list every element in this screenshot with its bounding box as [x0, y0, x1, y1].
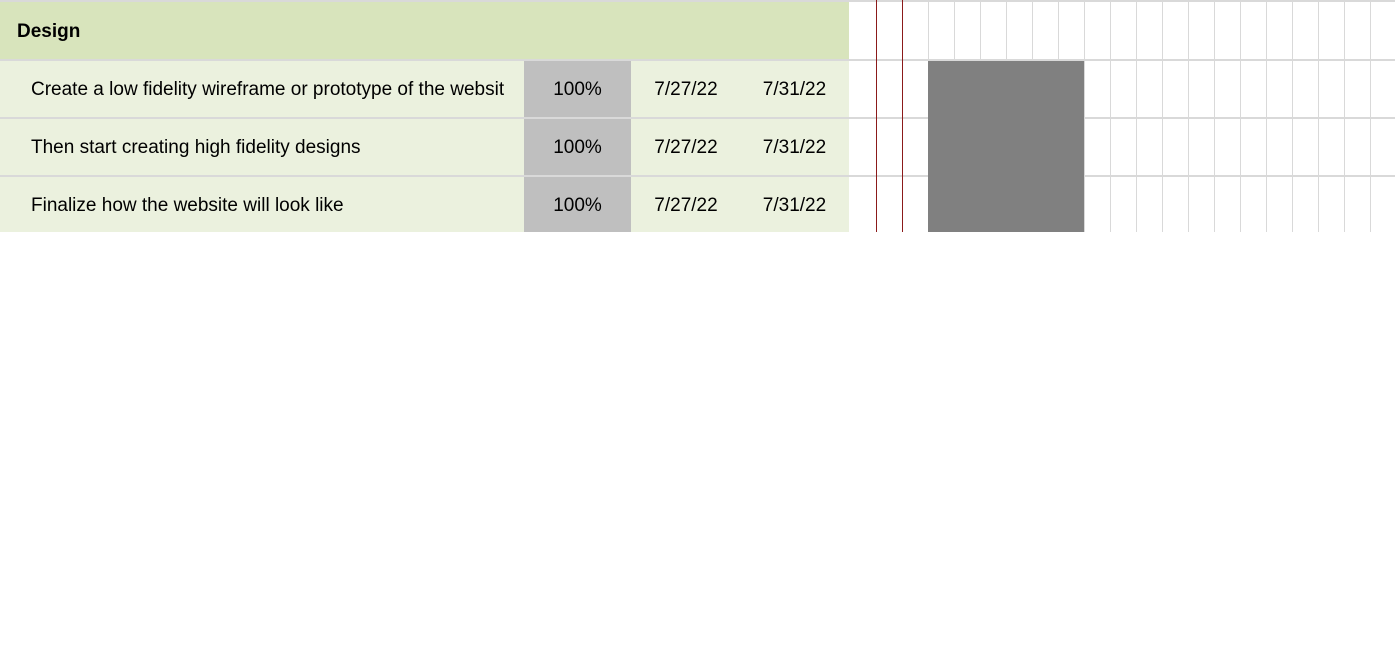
timeline-day-gridline	[1292, 0, 1293, 232]
timeline-day-gridline	[1214, 0, 1215, 232]
timeline-day-gridline	[1344, 0, 1345, 232]
task-row[interactable]: Finalize how the website will look like …	[0, 177, 849, 232]
timeline-day-gridline	[1084, 0, 1085, 232]
end-date-cell[interactable]: 7/31/22	[740, 177, 849, 233]
start-date-cell[interactable]: 7/27/22	[632, 119, 740, 175]
timeline-day-gridline	[1266, 0, 1267, 232]
progress-cell[interactable]: 100%	[524, 177, 631, 232]
today-marker-line	[902, 0, 903, 232]
task-name-cell[interactable]: Then start creating high fidelity design…	[31, 119, 523, 175]
task-row[interactable]: Then start creating high fidelity design…	[0, 119, 849, 175]
gantt-sheet: Design Create a low fidelity wireframe o…	[0, 0, 1395, 232]
timeline-day-gridline	[1318, 0, 1319, 232]
timeline-day-gridline	[1162, 0, 1163, 232]
start-date-cell[interactable]: 7/27/22	[632, 177, 740, 233]
start-date-cell[interactable]: 7/27/22	[632, 61, 740, 117]
task-name-cell[interactable]: Create a low fidelity wireframe or proto…	[31, 61, 523, 117]
task-row[interactable]: Create a low fidelity wireframe or proto…	[0, 61, 849, 117]
timeline-day-gridline	[1370, 0, 1371, 232]
task-name-cell[interactable]: Finalize how the website will look like	[31, 177, 523, 233]
gantt-bar[interactable]	[928, 61, 1084, 232]
progress-cell[interactable]: 100%	[524, 61, 631, 117]
end-date-cell[interactable]: 7/31/22	[740, 119, 849, 175]
end-date-cell[interactable]: 7/31/22	[740, 61, 849, 117]
timeline-day-gridline	[1188, 0, 1189, 232]
today-marker-line	[876, 0, 877, 232]
section-title: Design	[17, 21, 81, 42]
timeline-day-gridline	[1110, 0, 1111, 232]
progress-cell[interactable]: 100%	[524, 119, 631, 175]
timeline-day-gridline	[1240, 0, 1241, 232]
timeline-day-gridline	[1136, 0, 1137, 232]
section-row-design[interactable]: Design	[0, 2, 849, 59]
